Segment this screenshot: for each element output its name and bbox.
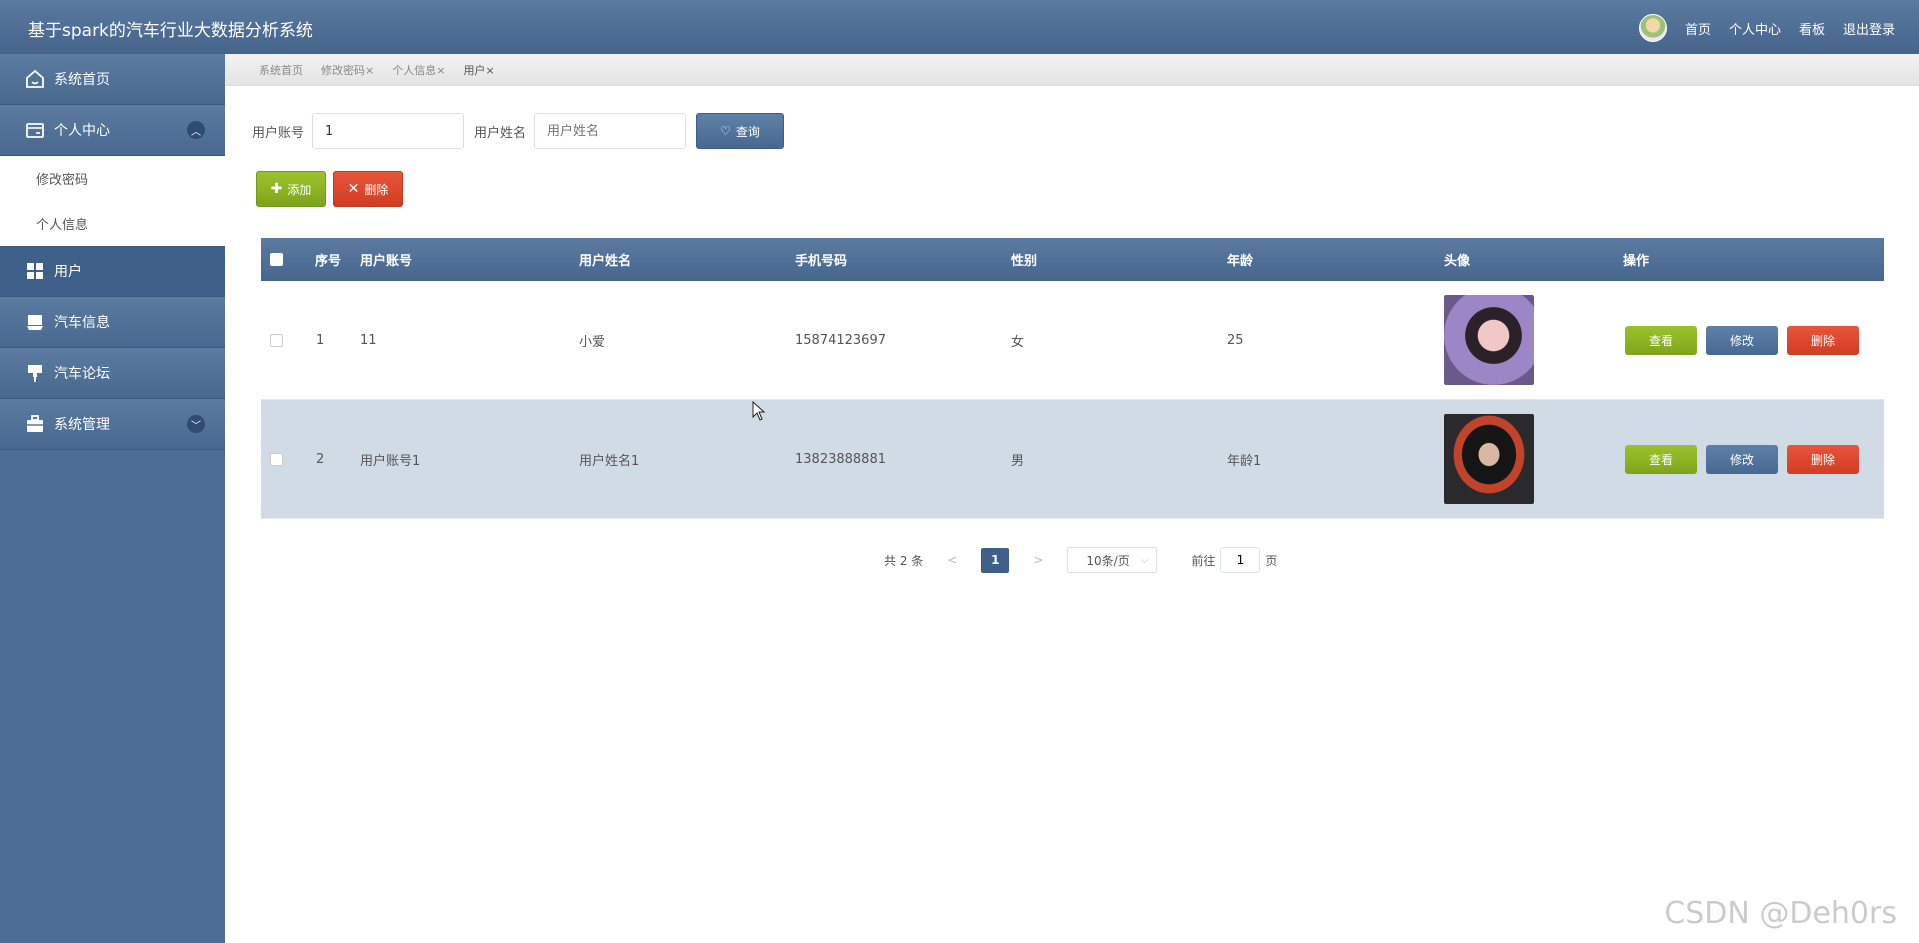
- page-size-select[interactable]: 10条/页 ⌵: [1067, 547, 1158, 573]
- briefcase-icon: [24, 413, 46, 435]
- prev-page-button[interactable]: <: [947, 553, 957, 567]
- tag-personal-info[interactable]: 个人信息×: [392, 62, 445, 78]
- account-input[interactable]: [312, 113, 465, 149]
- watermark: CSDN @Deh0rs: [1664, 896, 1897, 931]
- search-form: 用户账号 用户姓名 ♡ 查询: [252, 113, 785, 149]
- tag-change-password[interactable]: 修改密码×: [321, 62, 374, 78]
- select-all-checkbox[interactable]: [270, 253, 283, 266]
- nav-dashboard-link[interactable]: 看板: [1799, 19, 1825, 38]
- mouse-cursor-icon: [752, 400, 766, 425]
- col-index: 序号: [315, 254, 342, 269]
- col-name: 用户姓名: [579, 254, 632, 269]
- sidebar: 系统首页 个人中心 ︿ 修改密码 个人信息 用户 汽车信息 汽车论坛 系统管理 …: [0, 54, 225, 943]
- sidebar-item-label: 汽车论坛: [54, 366, 110, 382]
- col-operations: 操作: [1623, 254, 1650, 269]
- edit-button[interactable]: 修改: [1706, 325, 1778, 355]
- submenu-item-personal-info[interactable]: 个人信息: [0, 201, 225, 246]
- close-icon[interactable]: ×: [485, 64, 494, 77]
- cell-index: 2: [316, 451, 325, 467]
- add-button[interactable]: ✚ 添加: [256, 171, 326, 207]
- card-icon: [24, 119, 46, 141]
- sidebar-item-system-management[interactable]: 系统管理 ﹀: [0, 399, 225, 450]
- view-button[interactable]: 查看: [1625, 444, 1697, 474]
- tray-icon: [24, 311, 46, 333]
- row-checkbox[interactable]: [270, 452, 283, 466]
- cell-name: 小爱: [579, 334, 606, 350]
- cell-account: 11: [360, 332, 377, 348]
- table-row: 2 用户账号1 用户姓名1 13823888881 男 年龄1 查看 修改 删除: [261, 400, 1884, 519]
- sidebar-item-users[interactable]: 用户: [0, 246, 225, 297]
- next-page-button[interactable]: >: [1033, 553, 1043, 567]
- name-input[interactable]: [534, 113, 687, 149]
- sidebar-item-label: 系统管理: [54, 417, 110, 433]
- nav-logout-link[interactable]: 退出登录: [1843, 19, 1895, 38]
- total-count: 共 2 条: [884, 553, 924, 568]
- chevron-down-icon[interactable]: ﹀: [187, 415, 205, 433]
- plus-icon: ✚: [270, 181, 283, 197]
- pin-icon: [24, 362, 46, 384]
- cell-phone: 15874123697: [795, 332, 886, 348]
- chevron-down-icon: ⌵: [1140, 554, 1149, 566]
- cell-name: 用户姓名1: [579, 453, 640, 469]
- sidebar-item-home[interactable]: 系统首页: [0, 54, 225, 105]
- profile-submenu: 修改密码 个人信息: [0, 156, 225, 246]
- sidebar-item-profile-center[interactable]: 个人中心 ︿: [0, 105, 225, 156]
- cell-index: 1: [316, 332, 325, 348]
- page-suffix: 页: [1265, 553, 1278, 568]
- tag-home[interactable]: 系统首页: [259, 62, 303, 78]
- nav-home-link[interactable]: 首页: [1685, 19, 1711, 38]
- sidebar-item-label: 系统首页: [54, 72, 110, 88]
- row-avatar-image: [1444, 295, 1534, 385]
- col-account: 用户账号: [360, 254, 413, 269]
- user-avatar[interactable]: [1638, 14, 1667, 42]
- grid-icon: [24, 260, 46, 282]
- delete-button[interactable]: 删除: [1787, 444, 1859, 474]
- row-checkbox[interactable]: [270, 333, 283, 347]
- users-table: 序号 用户账号 用户姓名 手机号码 性别 年龄 头像 操作 1 11 小爱 15…: [261, 238, 1884, 519]
- col-gender: 性别: [1011, 254, 1038, 269]
- view-button[interactable]: 查看: [1625, 325, 1697, 355]
- sidebar-item-label: 用户: [54, 264, 82, 280]
- col-avatar: 头像: [1444, 254, 1471, 269]
- home-icon: [24, 68, 46, 90]
- close-icon[interactable]: ×: [365, 64, 374, 77]
- cell-gender: 男: [1011, 453, 1025, 469]
- close-icon[interactable]: ×: [436, 64, 445, 77]
- batch-delete-button[interactable]: ✕ 删除: [333, 171, 403, 207]
- query-button[interactable]: ♡ 查询: [696, 113, 785, 149]
- account-label: 用户账号: [252, 125, 305, 141]
- name-label: 用户姓名: [474, 125, 527, 141]
- pagination: 共 2 条 < 1 > 10条/页 ⌵ 前往 页: [884, 547, 1277, 573]
- heart-icon: ♡: [720, 124, 731, 138]
- cell-age: 25: [1227, 332, 1244, 348]
- table-header: 序号 用户账号 用户姓名 手机号码 性别 年龄 头像 操作: [261, 238, 1884, 281]
- sidebar-item-label: 个人中心: [54, 123, 110, 139]
- submenu-item-change-password[interactable]: 修改密码: [0, 156, 225, 201]
- edit-button[interactable]: 修改: [1706, 444, 1778, 474]
- page-number-current[interactable]: 1: [981, 547, 1010, 573]
- cell-account: 用户账号1: [360, 453, 421, 469]
- header-nav: 首页 个人中心 看板 退出登录: [1638, 14, 1895, 42]
- goto-page-input[interactable]: [1220, 547, 1261, 573]
- cell-gender: 女: [1011, 334, 1025, 350]
- row-avatar-image: [1444, 414, 1534, 504]
- sidebar-item-car-info[interactable]: 汽车信息: [0, 297, 225, 348]
- top-header: 基于spark的汽车行业大数据分析系统 首页 个人中心 看板 退出登录: [0, 0, 1919, 54]
- sidebar-item-car-forum[interactable]: 汽车论坛: [0, 348, 225, 399]
- nav-profile-link[interactable]: 个人中心: [1729, 19, 1781, 38]
- cell-phone: 13823888881: [795, 451, 886, 467]
- sidebar-item-label: 汽车信息: [54, 315, 110, 331]
- app-title: 基于spark的汽车行业大数据分析系统: [28, 21, 313, 41]
- cell-age: 年龄1: [1227, 453, 1262, 469]
- delete-button[interactable]: 删除: [1787, 325, 1859, 355]
- tags-bar: 系统首页 修改密码× 个人信息× 用户×: [225, 54, 1919, 86]
- col-age: 年龄: [1227, 254, 1254, 269]
- col-phone: 手机号码: [795, 254, 848, 269]
- table-row: 1 11 小爱 15874123697 女 25 查看 修改 删除: [261, 281, 1884, 400]
- chevron-up-icon[interactable]: ︿: [187, 121, 205, 139]
- goto-label: 前往: [1191, 553, 1216, 568]
- tag-users[interactable]: 用户×: [463, 62, 494, 78]
- x-icon: ✕: [347, 181, 360, 197]
